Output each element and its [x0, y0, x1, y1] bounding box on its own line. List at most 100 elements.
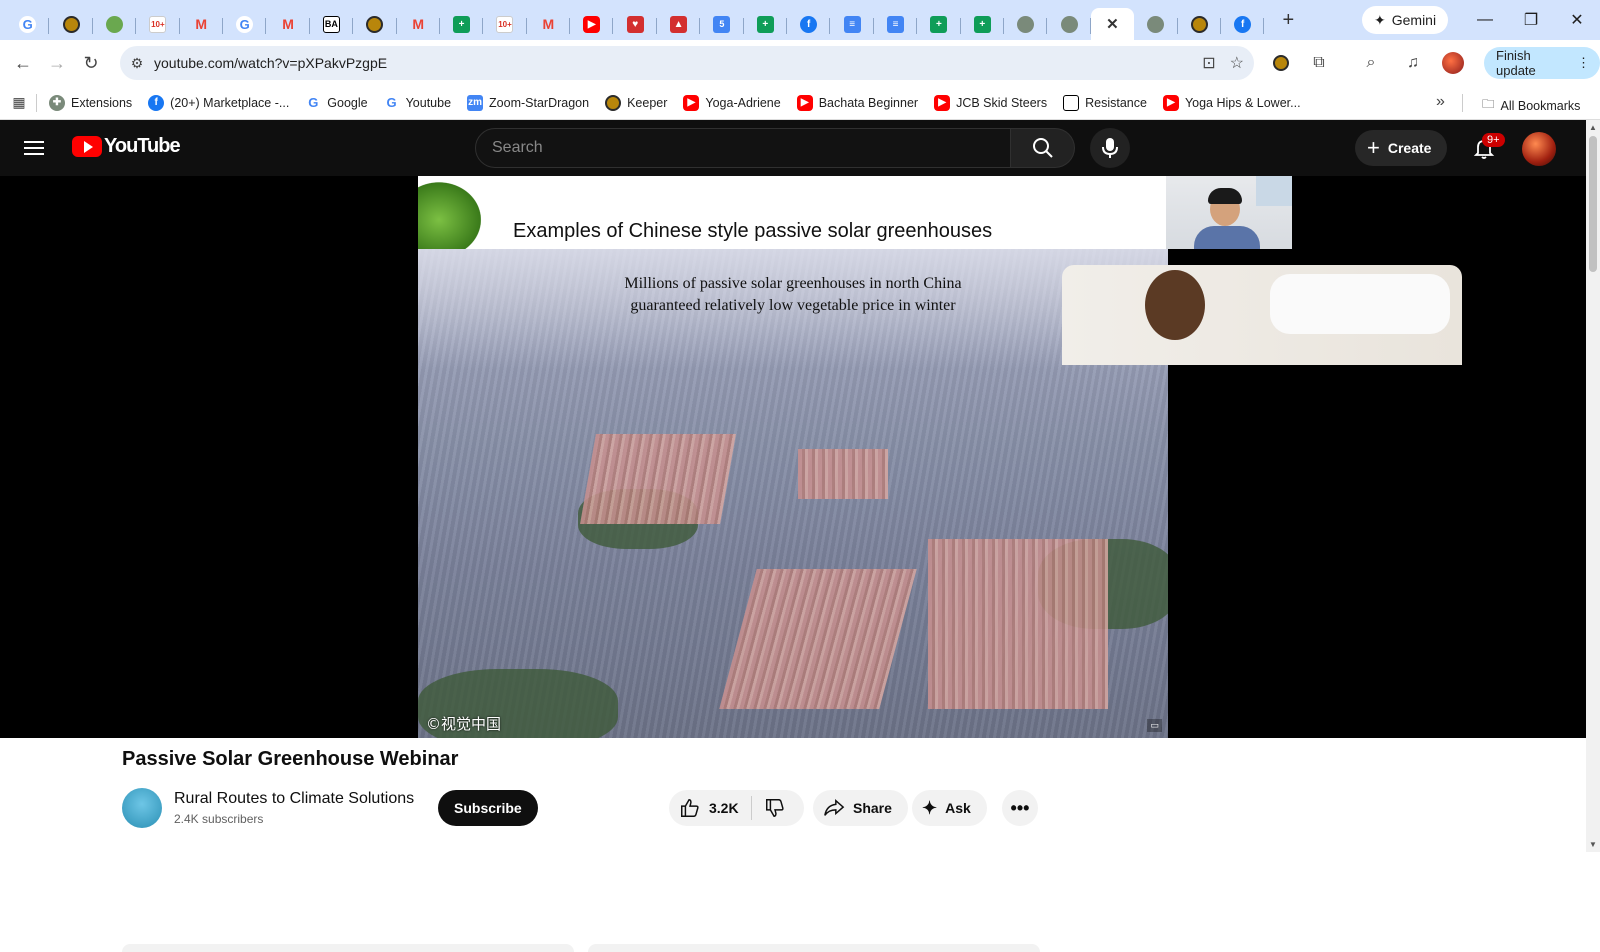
url-text[interactable]: youtube.com/watch?v=pXPakvPzgpE — [154, 55, 387, 71]
finish-update-button[interactable]: Finish update ⋮ — [1484, 47, 1600, 79]
browser-tab[interactable]: ≡ — [830, 8, 875, 40]
restore-button[interactable]: ❐ — [1508, 0, 1554, 40]
site-info-icon[interactable]: ⚙ — [120, 55, 154, 72]
browser-tab[interactable]: M — [527, 8, 571, 40]
tab-search-icon[interactable]: ⌕ — [1356, 46, 1386, 80]
browser-tab[interactable]: + — [440, 8, 484, 40]
bookmarks-overflow-button[interactable]: » — [1436, 93, 1445, 111]
delta-icon: ▲ — [670, 15, 688, 33]
browser-tab[interactable]: f — [787, 8, 831, 40]
back-arrow-icon: ← — [14, 52, 32, 73]
address-bar[interactable]: ⚙ youtube.com/watch?v=pXPakvPzgpE ⊡ ☆ — [120, 46, 1254, 80]
comments-box[interactable] — [588, 944, 1040, 952]
bookmark-item[interactable]: G Google — [305, 94, 368, 111]
browser-tab[interactable]: + — [917, 8, 961, 40]
browser-toolbar: ← → ↻ ⚙ youtube.com/watch?v=pXPakvPzgpE … — [0, 40, 1600, 86]
browser-tab[interactable] — [1047, 8, 1092, 40]
browser-tab[interactable] — [1134, 8, 1178, 40]
extensions-icon[interactable]: ⧉ — [1304, 46, 1334, 80]
browser-tab[interactable]: 10+ — [483, 8, 528, 40]
browser-tab[interactable]: + — [744, 8, 788, 40]
like-dislike-group: 3.2K — [669, 790, 804, 826]
search-button[interactable] — [1011, 128, 1075, 168]
browser-tab[interactable]: ≡ — [874, 8, 918, 40]
browser-tab[interactable]: M — [180, 8, 224, 40]
browser-tab[interactable]: 10+ — [136, 8, 180, 40]
browser-tab[interactable]: 5 — [700, 8, 745, 40]
more-horiz-icon: ••• — [1010, 797, 1030, 818]
channel-name[interactable]: Rural Routes to Climate Solutions — [174, 790, 414, 808]
voice-search-button[interactable] — [1090, 128, 1130, 168]
scroll-thumb[interactable] — [1589, 136, 1597, 272]
scroll-up-arrow-icon[interactable]: ▲ — [1589, 123, 1597, 132]
rural-routes-icon — [1147, 15, 1165, 33]
bookmark-item[interactable]: zm Zoom-StarDragon — [467, 94, 589, 111]
bookmark-item[interactable]: G Youtube — [383, 94, 451, 111]
search-input[interactable] — [475, 128, 1011, 168]
browser-tab[interactable] — [1178, 8, 1222, 40]
browser-tab[interactable]: ▲ — [657, 8, 701, 40]
keeper-extension-icon[interactable] — [1266, 46, 1296, 80]
apps-grid-icon[interactable]: ▦ — [2, 86, 36, 120]
bookmark-item[interactable]: f (20+) Marketplace -... — [148, 94, 290, 111]
subscriber-count: 2.4K subscribers — [174, 812, 264, 826]
share-button[interactable]: Share — [813, 790, 908, 826]
gemini-button[interactable]: ✦ Gemini — [1362, 6, 1449, 34]
install-app-icon[interactable]: ⊡ — [1202, 53, 1215, 73]
bookmark-item[interactable]: ▶ Yoga-Adriene — [683, 94, 781, 111]
scroll-down-arrow-icon[interactable]: ▼ — [1589, 840, 1597, 849]
browser-tab[interactable] — [353, 8, 397, 40]
browser-tab[interactable]: f — [1221, 8, 1265, 40]
puzzle-icon: ✚ — [49, 94, 65, 111]
menu-icon[interactable] — [22, 136, 46, 160]
tab-active[interactable]: ✕ — [1090, 8, 1135, 40]
channel-avatar[interactable] — [122, 788, 162, 828]
close-icon[interactable]: ✕ — [1104, 16, 1121, 33]
browser-tab[interactable]: ▶ — [570, 8, 614, 40]
like-button[interactable]: 3.2K — [669, 796, 752, 820]
media-controls-icon[interactable]: ♫ — [1398, 46, 1428, 80]
google-icon: G — [19, 15, 37, 33]
bookmark-item[interactable]: ▶ JCB Skid Steers — [934, 94, 1048, 111]
subscribe-button[interactable]: Subscribe — [438, 790, 538, 826]
account-avatar[interactable] — [1522, 132, 1556, 166]
browser-tab[interactable]: ♥ — [613, 8, 658, 40]
description-box[interactable] — [122, 944, 574, 952]
create-button[interactable]: + Create — [1355, 130, 1448, 166]
reload-button[interactable]: ↻ — [74, 46, 108, 80]
bookmark-label: JCB Skid Steers — [956, 95, 1048, 110]
browser-tab[interactable] — [93, 8, 137, 40]
bookmark-item[interactable]: Resistance — [1063, 94, 1147, 111]
bookmark-item[interactable]: ▶ Bachata Beginner — [796, 94, 918, 111]
notification-badge: 9+ — [1482, 133, 1505, 147]
page-scrollbar[interactable]: ▲ ▼ — [1586, 120, 1600, 852]
all-bookmarks-button[interactable]: 🗀 All Bookmarks — [1482, 95, 1580, 116]
browser-tab[interactable]: G — [223, 8, 267, 40]
back-button[interactable]: ← — [6, 46, 40, 80]
more-actions-button[interactable]: ••• — [1002, 790, 1038, 826]
forward-button[interactable]: → — [40, 46, 74, 80]
youtube-logo[interactable]: YouTube — [72, 135, 181, 158]
browser-tab[interactable]: + — [961, 8, 1005, 40]
bookmark-item[interactable]: ▶ Yoga Hips & Lower... — [1162, 94, 1301, 111]
browser-tab[interactable]: G — [6, 8, 50, 40]
new-tab-button[interactable]: + — [1274, 6, 1302, 34]
dislike-button[interactable] — [752, 797, 798, 819]
profile-avatar[interactable] — [1438, 46, 1468, 80]
bookmark-label: (20+) Marketplace -... — [170, 95, 290, 110]
browser-tab[interactable]: BA — [310, 8, 354, 40]
browser-tab[interactable] — [1004, 8, 1048, 40]
bookmark-item[interactable]: Keeper — [605, 94, 667, 111]
browser-tab[interactable] — [49, 8, 94, 40]
thumbnail-pillow-shape — [1270, 274, 1450, 334]
close-window-button[interactable]: ✕ — [1554, 0, 1600, 40]
video-frame[interactable]: Examples of Chinese style passive solar … — [418, 176, 1292, 738]
browser-tab[interactable]: M — [397, 8, 441, 40]
bookmark-item[interactable]: ✚ Extensions — [49, 94, 132, 111]
gmail-icon: M — [195, 16, 208, 32]
ask-button[interactable]: ✦ Ask — [912, 790, 987, 826]
video-player[interactable]: Examples of Chinese style passive solar … — [0, 176, 1586, 738]
bookmark-star-icon[interactable]: ☆ — [1230, 53, 1244, 73]
minimize-button[interactable]: — — [1462, 0, 1508, 40]
browser-tab[interactable]: M — [266, 8, 311, 40]
